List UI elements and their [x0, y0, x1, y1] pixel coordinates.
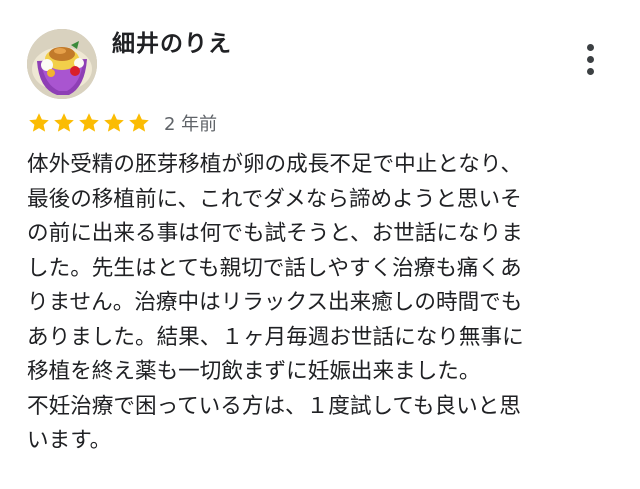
review-text-line: の前に出来る事は何でも試そうと、お世話になりま	[27, 221, 523, 246]
author-avatar[interactable]	[27, 29, 97, 99]
more-vert-icon-dot	[587, 56, 594, 63]
review-text-line: 体外受精の胚芽移植が卵の成長不足で中止となり、	[27, 152, 523, 177]
more-options-button[interactable]	[578, 40, 602, 80]
review-text-line: りません。治療中はリラックス出来癒しの時間でも	[27, 290, 523, 315]
star-icon	[52, 111, 76, 135]
star-icon	[27, 111, 51, 135]
review-text-line: 不妊治療で困っている方は、１度試しても良いと思	[27, 393, 521, 419]
review-text-line: した。先生はとても親切で話しやすく治療も痛くあ	[27, 255, 522, 281]
more-vert-icon-dot	[587, 68, 594, 75]
author-name[interactable]: 細井のりえ	[112, 24, 232, 58]
star-rating	[27, 111, 152, 135]
review-text-line: 移植を終え薬も一切飲まずに妊娠出来ました。	[27, 359, 481, 384]
review-text-line: ありました。結果、１ヶ月毎週お世話になり無事に	[27, 324, 524, 350]
avatar-photo	[27, 29, 97, 99]
rating-row: 2 年前	[27, 108, 217, 138]
star-icon	[102, 111, 126, 135]
review-text-line: います。	[27, 428, 112, 453]
review-card: 細井のりえ 2 年前 体外受精の胚芽移植が卵の成長不足で中止となり、 最後の移植前…	[0, 0, 640, 489]
star-icon	[77, 111, 101, 135]
star-icon	[127, 111, 151, 135]
review-time: 2 年前	[164, 114, 218, 135]
more-vert-icon	[587, 44, 594, 51]
review-text: 体外受精の胚芽移植が卵の成長不足で中止となり、 最後の移植前に、これでダメなら諦め…	[27, 148, 617, 459]
review-text-line: 最後の移植前に、これでダメなら諦めようと思いそ	[27, 186, 522, 212]
